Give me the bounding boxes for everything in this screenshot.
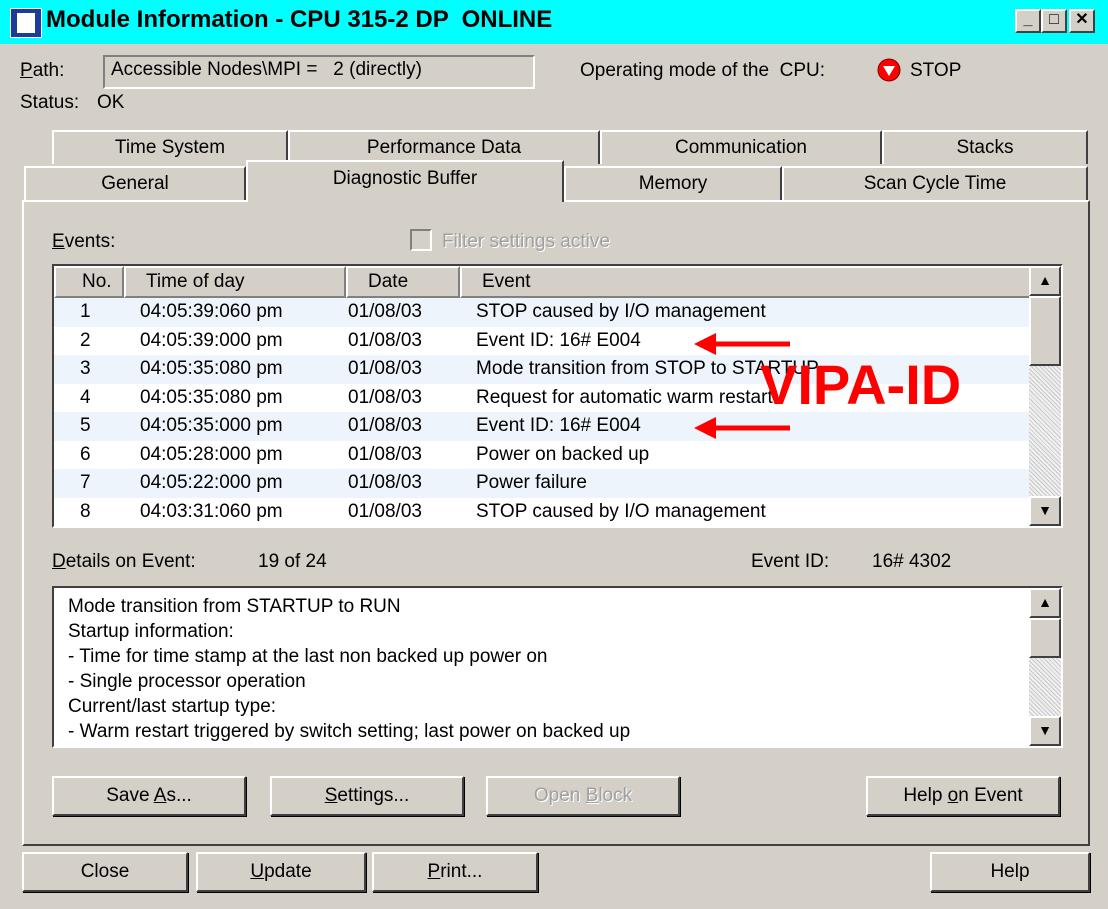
arrow-head-1 [694,333,716,355]
cell-time: 04:05:35:080 pm [140,386,283,408]
details-scrollbar[interactable]: ▲ ▼ [1029,588,1061,746]
maximize-button[interactable]: □ [1041,9,1067,33]
open-block-button[interactable]: Open Block [486,776,680,816]
arrow-head-2 [694,417,716,439]
column-header-no[interactable]: No. [54,266,124,298]
details-label: Details on Event: [52,551,196,572]
cell-date: 01/08/03 [348,329,422,351]
details-scroll-thumb[interactable] [1029,618,1061,658]
close-button[interactable]: Close [22,852,188,892]
column-header-date[interactable]: Date [346,266,460,298]
help-button[interactable]: Help [930,852,1090,892]
path-label: Path: [20,60,65,81]
filter-checkbox[interactable] [410,229,432,251]
cell-no: 1 [80,301,91,322]
cell-event: Event ID: 16# E004 [476,329,641,351]
table-row[interactable]: 8 04:03:31:060 pm 01/08/03 STOP caused by I… [54,498,1032,527]
tab-stacks[interactable]: Stacks [882,130,1088,164]
cell-date: 01/08/03 [348,500,422,522]
table-row[interactable]: 1 04:05:39:060 pm 01/08/03 STOP caused by I… [54,298,1032,327]
print-button[interactable]: Print... [372,852,538,892]
cell-no: 6 [80,443,91,465]
details-scroll-up[interactable]: ▲ [1029,588,1061,618]
details-textbox[interactable]: Mode transition from STARTUP to RUN Start… [52,586,1063,748]
vipa-id-annotation: VIPA-ID [760,353,962,416]
title-bar: Module Information - CPU 315-2 DP ONLINE… [0,0,1108,44]
event-id-value: 16# 4302 [872,551,952,572]
opmode-label: Operating mode of the CPU: [580,60,826,81]
scroll-up-button[interactable]: ▲ [1029,266,1061,296]
opmode-value: STOP [910,60,962,81]
close-window-button[interactable]: ✕ [1069,9,1095,33]
cell-time: 04:05:28:000 pm [140,443,283,465]
cell-no: 2 [80,329,91,351]
events-scrollbar[interactable]: ▲ ▼ [1029,266,1061,526]
tab-scan-cycle-time[interactable]: Scan Cycle Time [782,166,1088,200]
cell-no: 3 [80,358,91,379]
column-header-time[interactable]: Time of day [124,266,346,298]
tab-performance-data[interactable]: Performance Data [288,130,600,164]
details-line: Current/last startup type: [68,696,277,717]
details-line: - Warm restart triggered by switch setti… [68,721,631,742]
details-line: Startup information: [68,621,234,642]
cell-date: 01/08/03 [348,358,422,379]
cell-date: 01/08/03 [348,472,422,493]
tab-general[interactable]: General [24,166,246,200]
table-row[interactable]: 7 04:05:22:000 pm 01/08/03 Power failure [54,469,1032,498]
cell-event: STOP caused by I/O management [476,301,766,322]
cell-no: 5 [80,415,91,436]
stop-icon [877,58,901,82]
minimize-button[interactable]: _ [1015,9,1041,33]
cell-event: STOP caused by I/O management [476,500,766,522]
cell-time: 04:05:39:000 pm [140,329,283,351]
cell-no: 7 [80,472,91,493]
cell-event: Power failure [476,472,587,493]
details-line: - Time for time stamp at the last non ba… [68,646,548,667]
tab-time-system[interactable]: Time System [52,130,288,164]
events-label: Events: [52,231,116,252]
cell-event: Power on backed up [476,443,650,465]
cell-date: 01/08/03 [348,386,422,408]
tab-memory[interactable]: Memory [564,166,782,200]
cell-no: 8 [80,500,91,522]
scroll-thumb[interactable] [1029,296,1061,366]
details-counter: 19 of 24 [258,551,327,572]
filter-label: Filter settings active [442,231,610,252]
table-row[interactable]: 6 04:05:28:000 pm 01/08/03 Power on backed … [54,441,1032,470]
cell-date: 01/08/03 [348,443,422,465]
save-as-button[interactable]: Save As... [52,776,246,816]
cell-event: Event ID: 16# E004 [476,415,641,436]
cell-no: 4 [80,386,91,408]
window-title: Module Information - CPU 315-2 DP ONLINE [46,6,553,33]
settings-button[interactable]: Settings... [270,776,464,816]
status-label: Status: [20,92,80,113]
cell-time: 04:05:35:000 pm [140,415,283,436]
details-line: Mode transition from STARTUP to RUN [68,596,401,617]
cell-date: 01/08/03 [348,415,422,436]
app-icon [10,8,42,38]
cell-time: 04:05:22:000 pm [140,472,283,493]
event-id-label: Event ID: [751,551,830,572]
cell-time: 04:03:31:060 pm [140,500,283,522]
update-button[interactable]: Update [196,852,366,892]
cell-time: 04:05:39:060 pm [140,301,283,322]
details-line: - Single processor operation [68,671,306,692]
status-value: OK [97,92,125,113]
tab-diagnostic-buffer[interactable]: Diagnostic Buffer [246,160,564,202]
tab-communication[interactable]: Communication [600,130,882,164]
cell-time: 04:05:35:080 pm [140,358,283,379]
cell-date: 01/08/03 [348,301,422,322]
path-field: Accessible Nodes\MPI = 2 (directly) [103,55,535,89]
details-scroll-down[interactable]: ▼ [1029,716,1061,746]
scroll-down-button[interactable]: ▼ [1029,496,1061,526]
column-header-event[interactable]: Event [460,266,1032,298]
help-on-event-button[interactable]: Help on Event [866,776,1060,816]
